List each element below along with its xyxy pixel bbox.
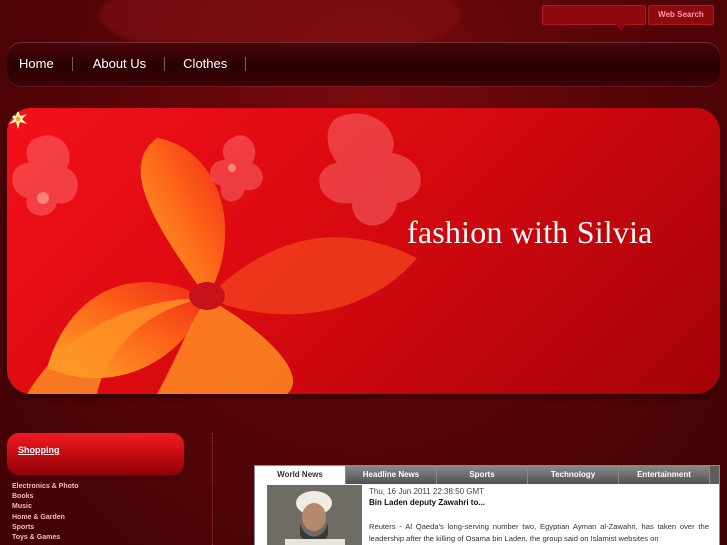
sidebar-header: Shopping xyxy=(7,433,184,475)
tab-sports[interactable]: Sports xyxy=(437,466,528,484)
news-date: Thu, 16 Jun 2011 22:38:50 GMT xyxy=(369,487,485,496)
nav-clothes[interactable]: Clothes xyxy=(183,57,247,71)
sidebar-link-sports[interactable]: Sports xyxy=(12,523,79,533)
nav-about-us[interactable]: About Us xyxy=(93,57,166,71)
sidebar-title[interactable]: Shopping xyxy=(18,445,60,455)
news-widget: World News Headline News Sports Technolo… xyxy=(254,465,720,545)
news-tabs: World News Headline News Sports Technolo… xyxy=(255,466,719,484)
hero-banner: fashion with Silvia xyxy=(7,108,720,394)
news-body: Reuters - Al Qaeda's long-serving number… xyxy=(369,522,709,543)
news-photo xyxy=(267,485,362,545)
nav-home[interactable]: Home xyxy=(19,57,73,71)
banner-flower-art xyxy=(12,113,421,394)
sidebar-divider xyxy=(212,433,213,545)
shopping-links: Electronics & Photo Books Music Home & G… xyxy=(12,482,79,543)
search-input-pointer xyxy=(616,24,626,31)
web-search-button[interactable]: Web Search xyxy=(648,5,714,25)
star-flower-icon xyxy=(9,109,27,129)
sidebar-link-books[interactable]: Books xyxy=(12,492,79,502)
main-nav: Home About Us Clothes xyxy=(7,42,720,86)
tab-technology[interactable]: Technology xyxy=(528,466,619,484)
tab-world-news[interactable]: World News xyxy=(255,466,346,484)
news-thumbnail[interactable] xyxy=(267,485,362,545)
sidebar-link-music[interactable]: Music xyxy=(12,502,79,512)
news-headline[interactable]: Bin Laden deputy Zawahri to... xyxy=(369,498,485,507)
banner-title: fashion with Silvia xyxy=(407,214,653,250)
sidebar-link-electronics[interactable]: Electronics & Photo xyxy=(12,482,79,492)
sidebar-link-home-garden[interactable]: Home & Garden xyxy=(12,513,79,523)
sidebar-link-toys-games[interactable]: Toys & Games xyxy=(12,533,79,543)
search-input[interactable] xyxy=(542,5,646,25)
tab-entertainment[interactable]: Entertainment xyxy=(619,466,710,484)
tab-headline-news[interactable]: Headline News xyxy=(346,466,437,484)
